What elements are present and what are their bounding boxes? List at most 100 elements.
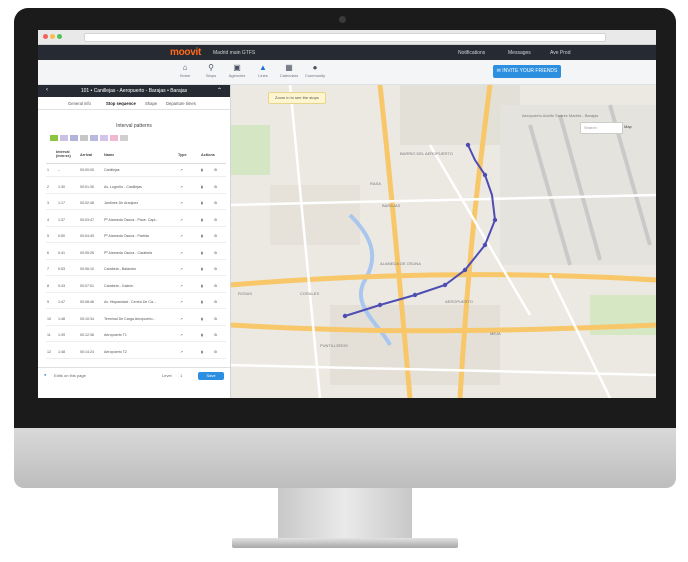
nav-agencies[interactable]: ▣ Agencies [226,63,248,78]
stop-row[interactable]: 11 1:39 00:12:36 Aeropuerto T1 ↗ ▮ ⚙ [46,329,226,342]
gear-icon[interactable]: ⚙ [214,168,217,172]
maximize-window-icon[interactable] [57,34,62,39]
interval-swatch[interactable] [50,135,58,141]
interval-swatch[interactable] [110,135,118,141]
row-arrival: 00:02:48 [80,201,94,205]
route-stop[interactable] [462,267,468,273]
level-select[interactable]: 1 [180,373,182,378]
interval-swatch[interactable] [100,135,108,141]
row-name: Av. Hispanidad - Centro De Ca... [104,300,157,304]
nav-calendars[interactable]: ▦ Calendars [278,63,300,78]
calendar-icon: ▦ [285,63,293,72]
interval-swatch[interactable] [70,135,78,141]
invite-friends-button[interactable]: ✉ INVITE YOUR FRIENDS [493,65,561,78]
road-icon: ▲ [259,63,267,72]
route-stop[interactable] [442,282,448,288]
minimize-window-icon[interactable] [50,34,55,39]
row-type-icon[interactable]: ↗ [180,350,183,354]
stop-row[interactable]: 2 1:30 00:01:30 Av. Logroño - Canillejas ↗ ▮ ⚙ [46,181,226,194]
interval-swatch[interactable] [120,135,128,141]
lock-icon[interactable]: ▮ [201,350,203,354]
info-icon[interactable]: ● [44,372,46,377]
row-type-icon[interactable]: ↗ [180,168,183,172]
route-stop[interactable] [412,292,418,298]
row-type-icon[interactable]: ↗ [180,185,183,189]
line-panel: ‹ 101 • Canillejas - Aeropuerto - Baraja… [38,85,231,398]
gear-icon[interactable]: ⚙ [214,234,217,238]
row-type-icon[interactable]: ↗ [180,218,183,222]
interval-swatch[interactable] [60,135,68,141]
gear-icon[interactable]: ⚙ [214,317,217,321]
lock-icon[interactable]: ▮ [201,251,203,255]
row-type-icon[interactable]: ↗ [180,201,183,205]
tab-stop-sequence[interactable]: Stop sequence [106,101,136,106]
user-menu[interactable]: Ave Prod [550,50,570,56]
route-stop[interactable] [377,302,383,308]
stop-row[interactable]: 5 0:50 00:04:49 Pº Alameda Osuna - Partida ↗… [46,230,226,243]
tab-general-info[interactable]: General info [68,101,91,106]
gear-icon[interactable]: ⚙ [214,251,217,255]
park [230,125,270,175]
row-type-icon[interactable]: ↗ [180,300,183,304]
lock-icon[interactable]: ▮ [201,234,203,238]
lock-icon[interactable]: ▮ [201,300,203,304]
map-type-toggle[interactable]: Map [624,122,632,132]
stop-row[interactable]: 6 0:41 00:05:26 Pº Alameda Osuna - Carabela… [46,247,226,260]
gear-icon[interactable]: ⚙ [214,185,217,189]
interval-swatch[interactable] [90,135,98,141]
gear-icon[interactable]: ⚙ [214,201,217,205]
gear-icon[interactable]: ⚙ [214,267,217,271]
row-type-icon[interactable]: ↗ [180,333,183,337]
gear-icon[interactable]: ⚙ [214,333,217,337]
route-stop[interactable] [465,142,471,148]
lock-icon[interactable]: ▮ [201,333,203,337]
gear-icon[interactable]: ⚙ [214,218,217,222]
tab-departure-times[interactable]: Departure times [166,101,196,106]
collapse-icon[interactable]: ⌃ [217,87,222,94]
lock-icon[interactable]: ▮ [201,317,203,321]
stop-row[interactable]: 8 0:43 00:07:01 Carabela - Galeón ↗ ▮ ⚙ [46,280,226,293]
lock-icon[interactable]: ▮ [201,168,203,172]
stop-row[interactable]: 9 1:47 00:08:46 Av. Hispanidad - Centro De … [46,296,226,309]
address-bar[interactable] [84,33,606,42]
gear-icon[interactable]: ⚙ [214,350,217,354]
interval-patterns-title: Interval patterns [116,123,152,129]
row-type-icon[interactable]: ↗ [180,251,183,255]
row-type-icon[interactable]: ↗ [180,284,183,288]
messages-link[interactable]: Messages [508,50,531,56]
interval-swatch[interactable] [80,135,88,141]
nav-community[interactable]: ● Community [304,63,326,78]
stop-row[interactable]: 4 1:37 00:03:47 Pº Alameda Osuna - Paue. Ca… [46,214,226,227]
map-search-input[interactable]: Search [580,122,623,134]
row-interval: 0:50 [58,234,65,238]
route-stop[interactable] [482,172,488,178]
route-stop[interactable] [492,217,498,223]
nav-lines[interactable]: ▲ Lines [252,63,274,78]
lock-icon[interactable]: ▮ [201,218,203,222]
stop-row[interactable]: 3 1:17 00:02:48 Jardines De Aranjuez ↗ ▮ ⚙ [46,197,226,210]
nav-home[interactable]: ⌂ Home [174,63,196,78]
gear-icon[interactable]: ⚙ [214,300,217,304]
notifications-link[interactable]: Notifications [458,50,485,56]
stop-row[interactable]: 12 1:48 00:14:24 Aeropuerto T2 ↗ ▮ ⚙ [46,346,226,359]
moovit-logo[interactable]: moovit [170,47,201,58]
tab-shape[interactable]: Shape [145,101,157,106]
close-window-icon[interactable] [43,34,48,39]
route-stop[interactable] [482,242,488,248]
lock-icon[interactable]: ▮ [201,185,203,189]
row-type-icon[interactable]: ↗ [180,317,183,321]
stop-row[interactable]: 10 1:48 00:10:34 Terminal De Carga Aeropuer… [46,313,226,326]
nav-stops[interactable]: ⚲ Stops [200,63,222,78]
agency-name[interactable]: Madrid main GTFS [213,50,255,56]
row-type-icon[interactable]: ↗ [180,234,183,238]
lock-icon[interactable]: ▮ [201,284,203,288]
gear-icon[interactable]: ⚙ [214,284,217,288]
row-number: 7 [47,267,49,271]
route-stop[interactable] [342,313,348,319]
stop-row[interactable]: 7 0:53 00:06:10 Carabela - Balandro ↗ ▮ ⚙ [46,263,226,276]
row-type-icon[interactable]: ↗ [180,267,183,271]
lock-icon[interactable]: ▮ [201,201,203,205]
stop-row[interactable]: 1 – 00:00:00 Canillejas ↗ ▮ ⚙ [46,164,226,177]
lock-icon[interactable]: ▮ [201,267,203,271]
save-button[interactable]: Save [198,372,224,380]
